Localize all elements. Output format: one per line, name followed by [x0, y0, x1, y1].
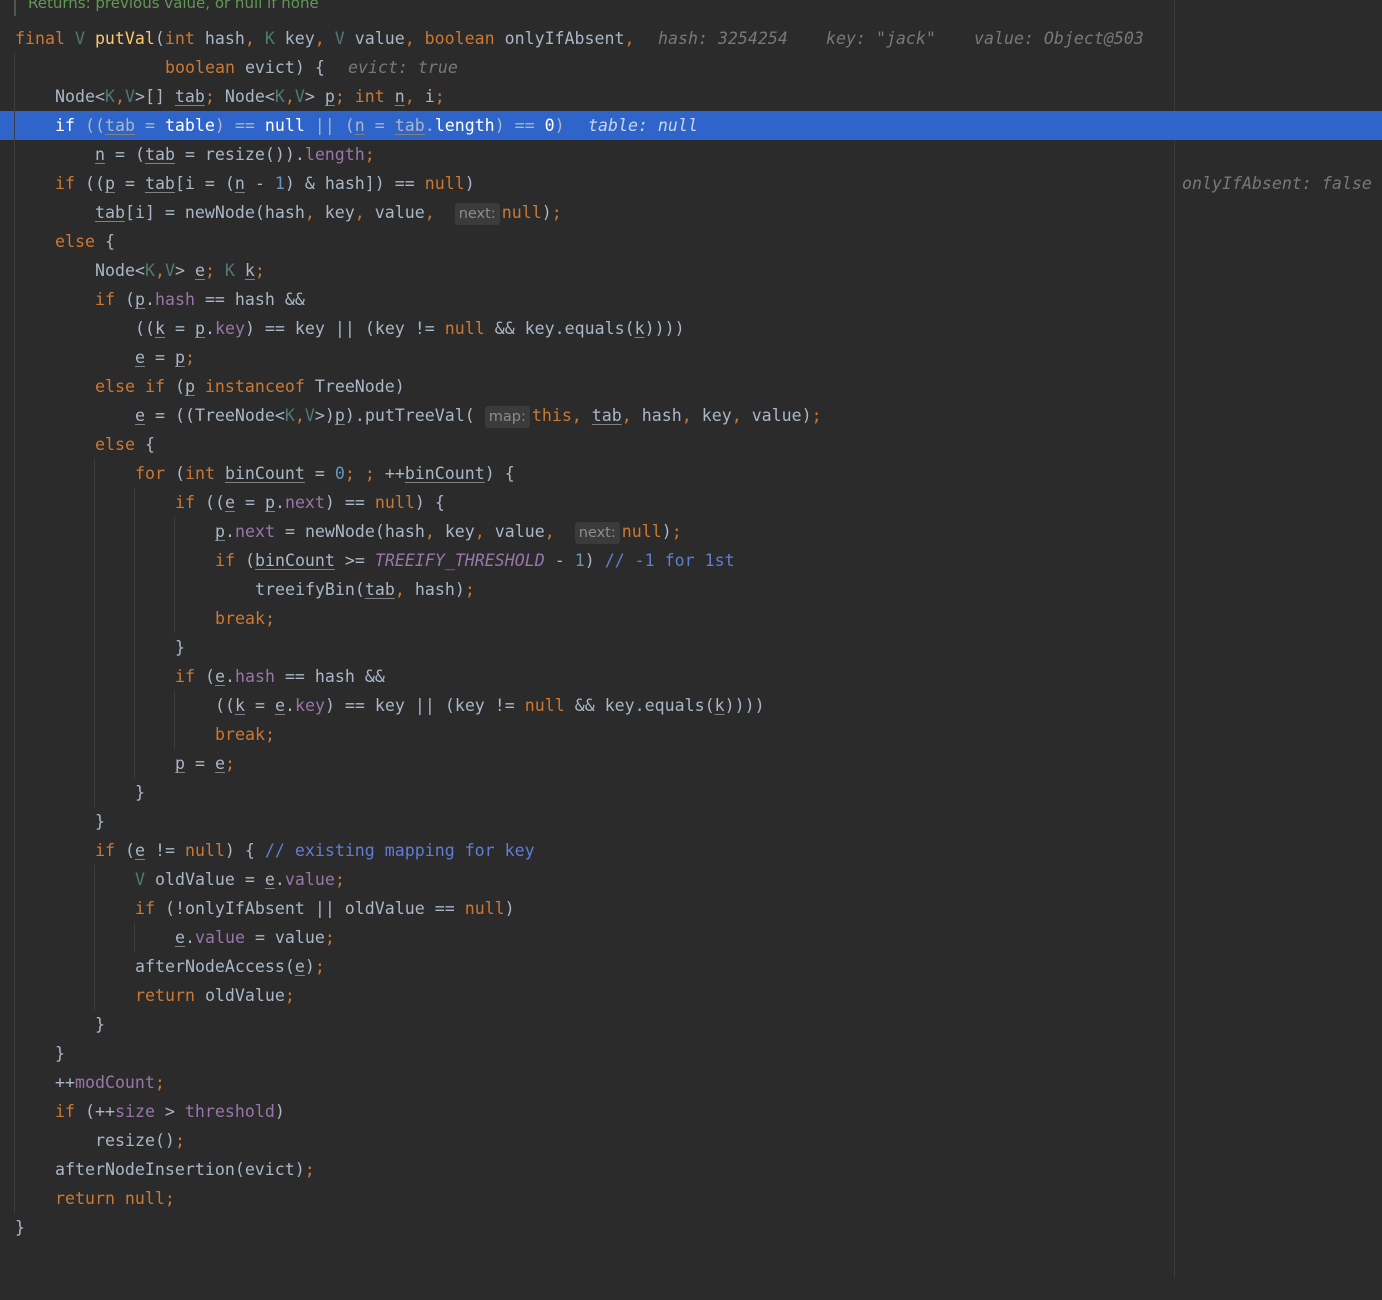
code-line[interactable]: boolean evict) { evict: true	[0, 53, 1382, 82]
code-line[interactable]: if ((p = tab[i = (n - 1) & hash]) == nul…	[0, 169, 1382, 198]
debug-value-value: value: Object@503	[974, 29, 1144, 48]
code-line[interactable]: tab[i] = newNode(hash, key, value, next:…	[0, 198, 1382, 227]
code-line[interactable]: resize();	[0, 1126, 1382, 1155]
param-hint-next: next:	[574, 522, 620, 544]
code-line[interactable]: if (binCount >= TREEIFY_THRESHOLD - 1) /…	[0, 546, 1382, 575]
code-line[interactable]: }	[0, 633, 1382, 662]
param-hint-next: next:	[454, 203, 500, 225]
code-line[interactable]: }	[0, 1010, 1382, 1039]
code-line[interactable]: V oldValue = e.value;	[0, 865, 1382, 894]
code-line[interactable]: else {	[0, 227, 1382, 256]
code-line[interactable]: if (e.hash == hash &&	[0, 662, 1382, 691]
code-line[interactable]: for (int binCount = 0; ; ++binCount) {	[0, 459, 1382, 488]
code-line[interactable]: break;	[0, 720, 1382, 749]
code-line[interactable]: return oldValue;	[0, 981, 1382, 1010]
javadoc-line: Returns: previous value, or null if none	[0, 0, 1174, 16]
code-line[interactable]: n = (tab = resize()).length;	[0, 140, 1382, 169]
code-line[interactable]: if (p.hash == hash &&	[0, 285, 1382, 314]
code-line[interactable]: afterNodeInsertion(evict);	[0, 1155, 1382, 1184]
code-line[interactable]: }	[0, 778, 1382, 807]
param-hint-map: map:	[484, 406, 530, 428]
code-line[interactable]: p.next = newNode(hash, key, value, next:…	[0, 517, 1382, 546]
code-line[interactable]: ((k = e.key) == key || (key != null && k…	[0, 691, 1382, 720]
code-line[interactable]: if ((e = p.next) == null) {	[0, 488, 1382, 517]
javadoc-bar	[14, 0, 16, 16]
code-line[interactable]: ((k = p.key) == key || (key != null && k…	[0, 314, 1382, 343]
code-line[interactable]: if (++size > threshold)	[0, 1097, 1382, 1126]
code-line[interactable]: }	[0, 1213, 1382, 1242]
code-line[interactable]: e.value = value;	[0, 923, 1382, 952]
debug-value-hash: hash: 3254254	[658, 29, 788, 48]
debug-value-evict: evict: true	[348, 58, 458, 77]
code-line[interactable]: }	[0, 1039, 1382, 1068]
code-line[interactable]: }	[0, 807, 1382, 836]
code-line[interactable]: e = p;	[0, 343, 1382, 372]
code-line[interactable]: Node<K,V>[] tab; Node<K,V> p; int n, i;	[0, 82, 1382, 111]
code-editor[interactable]: final V putVal(int hash, K key, V value,…	[0, 24, 1382, 1242]
code-line[interactable]: afterNodeAccess(e);	[0, 952, 1382, 981]
debug-value-table: table: null	[588, 116, 698, 135]
code-line[interactable]: Node<K,V> e; K k;	[0, 256, 1382, 285]
code-line[interactable]: e = ((TreeNode<K,V>)p).putTreeVal( map: t…	[0, 401, 1382, 430]
debug-value-key: key: "jack"	[826, 29, 936, 48]
code-line[interactable]: if (e != null) { // existing mapping for…	[0, 836, 1382, 865]
code-line[interactable]: else {	[0, 430, 1382, 459]
code-line[interactable]: p = e;	[0, 749, 1382, 778]
code-line[interactable]: treeifyBin(tab, hash);	[0, 575, 1382, 604]
code-line[interactable]: break;	[0, 604, 1382, 633]
code-line[interactable]: if (!onlyIfAbsent || oldValue == null)	[0, 894, 1382, 923]
code-line[interactable]: return null;	[0, 1184, 1382, 1213]
javadoc-returns: Returns: previous value, or null if none	[28, 0, 319, 12]
code-line-current-execution[interactable]: if ((tab = table) == null || (n = tab.le…	[0, 111, 1382, 140]
code-line[interactable]: final V putVal(int hash, K key, V value,…	[0, 24, 1382, 193]
code-line[interactable]: else if (p instanceof TreeNode)	[0, 372, 1382, 401]
code-line[interactable]: ++modCount;	[0, 1068, 1382, 1097]
